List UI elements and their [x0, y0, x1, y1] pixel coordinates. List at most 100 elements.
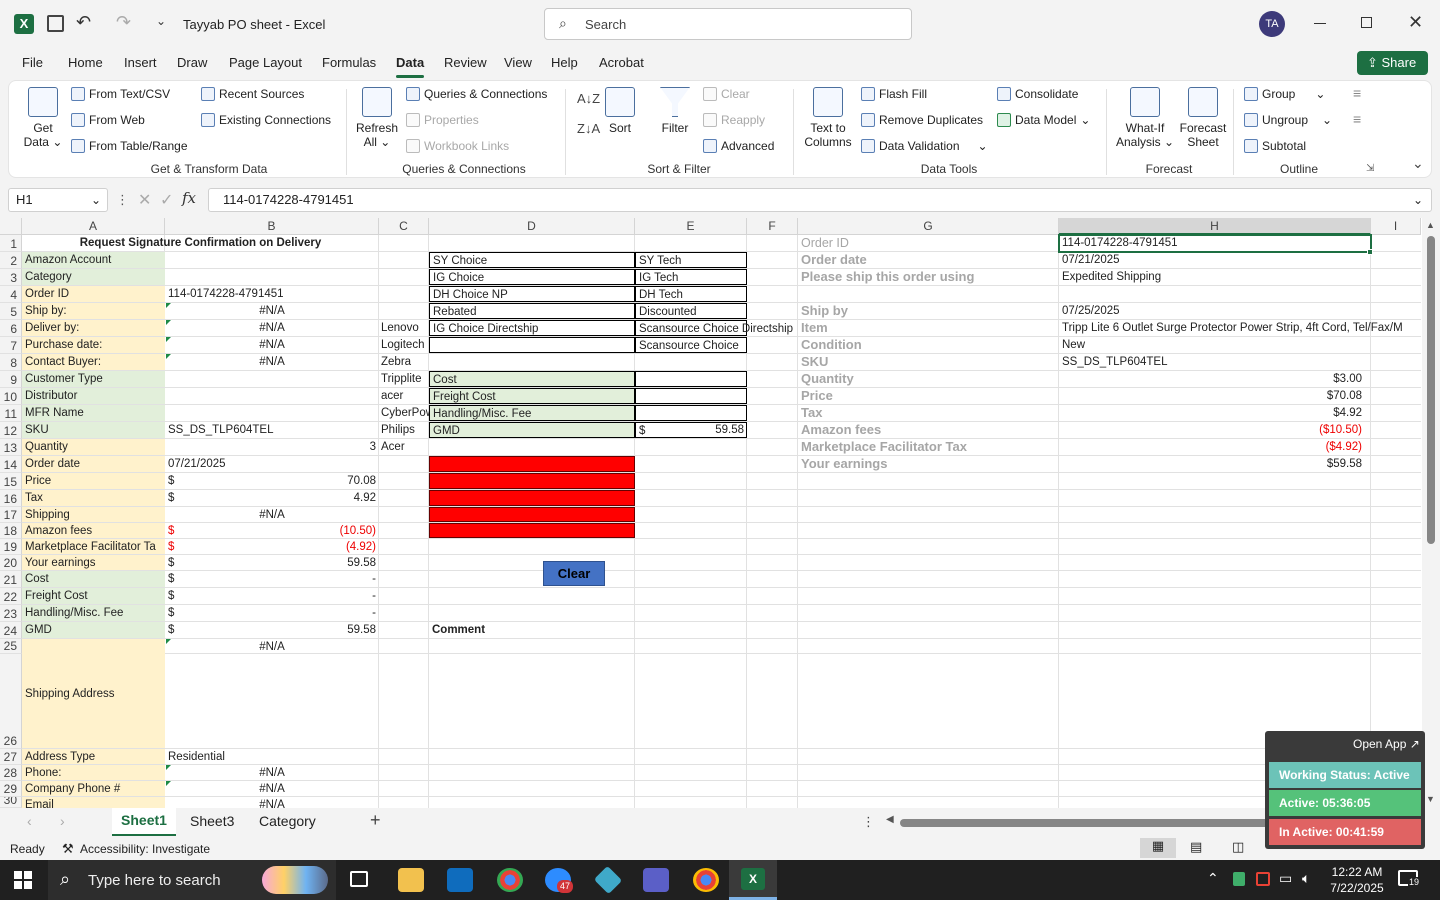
properties-button[interactable]: Properties — [406, 113, 479, 127]
forecast-sheet-button[interactable]: Forecast Sheet — [1179, 87, 1227, 149]
row-header[interactable]: 27 — [0, 749, 22, 765]
collapse-ribbon-icon[interactable]: ⌄ — [1412, 155, 1424, 172]
ungroup-button[interactable]: Ungroup ⌄ — [1244, 113, 1332, 127]
outlook-icon[interactable] — [447, 868, 473, 892]
share-button[interactable]: ⇪ Share ⌄ — [1357, 51, 1428, 94]
existing-connections-button[interactable]: Existing Connections — [201, 113, 331, 127]
clock[interactable]: 12:22 AM 7/22/2025 — [1329, 864, 1385, 896]
hide-detail-icon[interactable]: ≡ — [1353, 111, 1361, 127]
enter-icon[interactable]: ✓ — [160, 190, 173, 210]
row-header[interactable]: 24 — [0, 622, 22, 639]
from-text-button[interactable]: From Text/CSV — [71, 87, 170, 101]
row-header[interactable]: 8 — [0, 354, 22, 371]
row-header[interactable]: 14 — [0, 456, 22, 473]
column-header-c[interactable]: C — [379, 218, 429, 235]
row-header[interactable]: 17 — [0, 507, 22, 523]
row-header[interactable]: 15 — [0, 473, 22, 490]
row-header[interactable]: 5 — [0, 303, 22, 320]
vertical-scroll-thumb[interactable] — [1427, 236, 1435, 544]
advanced-button[interactable]: Advanced — [703, 139, 774, 153]
redo-icon[interactable]: ↷ — [116, 12, 131, 33]
tab-home[interactable]: Home — [68, 55, 103, 70]
tab-review[interactable]: Review — [444, 55, 487, 70]
restore-icon[interactable] — [1361, 17, 1372, 28]
sort-button[interactable]: Sort — [605, 87, 635, 135]
row-header[interactable]: 11 — [0, 405, 22, 422]
row-header[interactable]: 13 — [0, 439, 22, 456]
chrome-icon[interactable] — [497, 868, 523, 892]
row-header[interactable]: 4 — [0, 286, 22, 303]
tab-data[interactable]: Data — [396, 55, 424, 70]
column-header-i[interactable]: I — [1371, 218, 1421, 235]
volume-icon[interactable]: 🔈︎ — [1302, 870, 1310, 887]
column-header-e[interactable]: E — [635, 218, 747, 235]
reapply-button[interactable]: Reapply — [703, 113, 765, 127]
recent-sources-button[interactable]: Recent Sources — [201, 87, 304, 101]
scroll-left-icon[interactable]: ◀ — [886, 814, 894, 825]
row-header[interactable]: 19 — [0, 539, 22, 555]
customize-toolbar-icon[interactable]: ⌄ — [156, 14, 166, 28]
column-header-b[interactable]: B — [165, 218, 379, 235]
tab-acrobat[interactable]: Acrobat — [599, 55, 644, 70]
name-box[interactable]: H1 ⌄ — [8, 188, 108, 212]
sort-za-icon[interactable]: Z↓A — [577, 121, 600, 136]
save-icon[interactable] — [47, 15, 64, 32]
tab-formulas[interactable]: Formulas — [322, 55, 376, 70]
row-header[interactable]: 25 — [0, 639, 22, 654]
row-header[interactable]: 2 — [0, 252, 22, 269]
add-sheet-icon[interactable]: + — [370, 810, 381, 831]
clear-button[interactable]: Clear — [543, 561, 605, 586]
sort-az-icon[interactable]: A↓Z — [577, 91, 600, 106]
from-web-button[interactable]: From Web — [71, 113, 145, 127]
row-header[interactable]: 16 — [0, 490, 22, 507]
open-app-link[interactable]: Open App ↗ — [1353, 737, 1420, 751]
consolidate-button[interactable]: Consolidate — [997, 87, 1078, 101]
show-detail-icon[interactable]: ≡ — [1353, 85, 1361, 101]
horizontal-scroll-thumb[interactable] — [900, 819, 1296, 827]
scroll-down-icon[interactable]: ▼ — [1426, 794, 1435, 804]
chrome-profile-icon[interactable] — [693, 868, 719, 892]
from-table-button[interactable]: From Table/Range — [71, 139, 188, 153]
notifications-icon[interactable]: 19 — [1398, 870, 1421, 887]
row-header[interactable]: 29 — [0, 781, 22, 797]
row-header[interactable]: 20 — [0, 555, 22, 571]
tab-insert[interactable]: Insert — [124, 55, 157, 70]
row-header[interactable]: 30 — [0, 797, 22, 808]
column-header-d[interactable]: D — [429, 218, 635, 235]
tab-file[interactable]: File — [22, 55, 43, 70]
insert-function-icon[interactable]: fx — [182, 189, 196, 207]
row-header[interactable]: 1 — [0, 235, 22, 252]
column-header-h[interactable]: H — [1059, 218, 1371, 235]
formula-input[interactable]: 114-0174228-4791451 ⌄ — [208, 188, 1432, 212]
row-header[interactable]: 3 — [0, 269, 22, 286]
scroll-up-icon[interactable]: ▲ — [1426, 220, 1435, 230]
dialog-launcher-icon[interactable]: ⇲ — [1366, 163, 1374, 174]
avatar[interactable]: TA — [1259, 11, 1285, 37]
teams-icon[interactable] — [643, 868, 669, 892]
row-header[interactable]: 23 — [0, 605, 22, 622]
tray-security-icon[interactable] — [1256, 872, 1270, 886]
app-diamond-icon[interactable] — [593, 865, 623, 895]
row-header[interactable]: 6 — [0, 320, 22, 337]
row-header[interactable]: 9 — [0, 371, 22, 388]
row-header[interactable]: 28 — [0, 765, 22, 781]
data-validation-button[interactable]: Data Validation ⌄ — [861, 139, 988, 153]
refresh-all-button[interactable]: Refresh All ⌄ — [355, 87, 399, 149]
row-header[interactable]: 18 — [0, 523, 22, 539]
vertical-scrollbar[interactable]: ▲ ▼ — [1422, 218, 1440, 808]
task-view-icon[interactable] — [350, 871, 368, 887]
row-header[interactable]: 10 — [0, 388, 22, 405]
row-header[interactable]: 21 — [0, 571, 22, 588]
page-layout-view-icon[interactable]: ▤ — [1190, 839, 1202, 855]
sheet-tab-sheet3[interactable]: Sheet3 — [190, 813, 234, 829]
subtotal-button[interactable]: Subtotal — [1244, 139, 1306, 153]
file-explorer-icon[interactable] — [398, 868, 424, 892]
column-header-f[interactable]: F — [747, 218, 798, 235]
taskbar-search[interactable]: ⌕ Type here to search — [48, 860, 336, 900]
search-box[interactable]: ⌕ Search — [544, 8, 912, 40]
close-icon[interactable]: ✕ — [1408, 12, 1423, 33]
group-button[interactable]: Group ⌄ — [1244, 87, 1325, 101]
tab-split-icon[interactable]: ⋮ — [862, 814, 875, 830]
undo-icon[interactable]: ↶ — [76, 12, 91, 33]
get-data-button[interactable]: Get Data ⌄ — [23, 87, 63, 149]
